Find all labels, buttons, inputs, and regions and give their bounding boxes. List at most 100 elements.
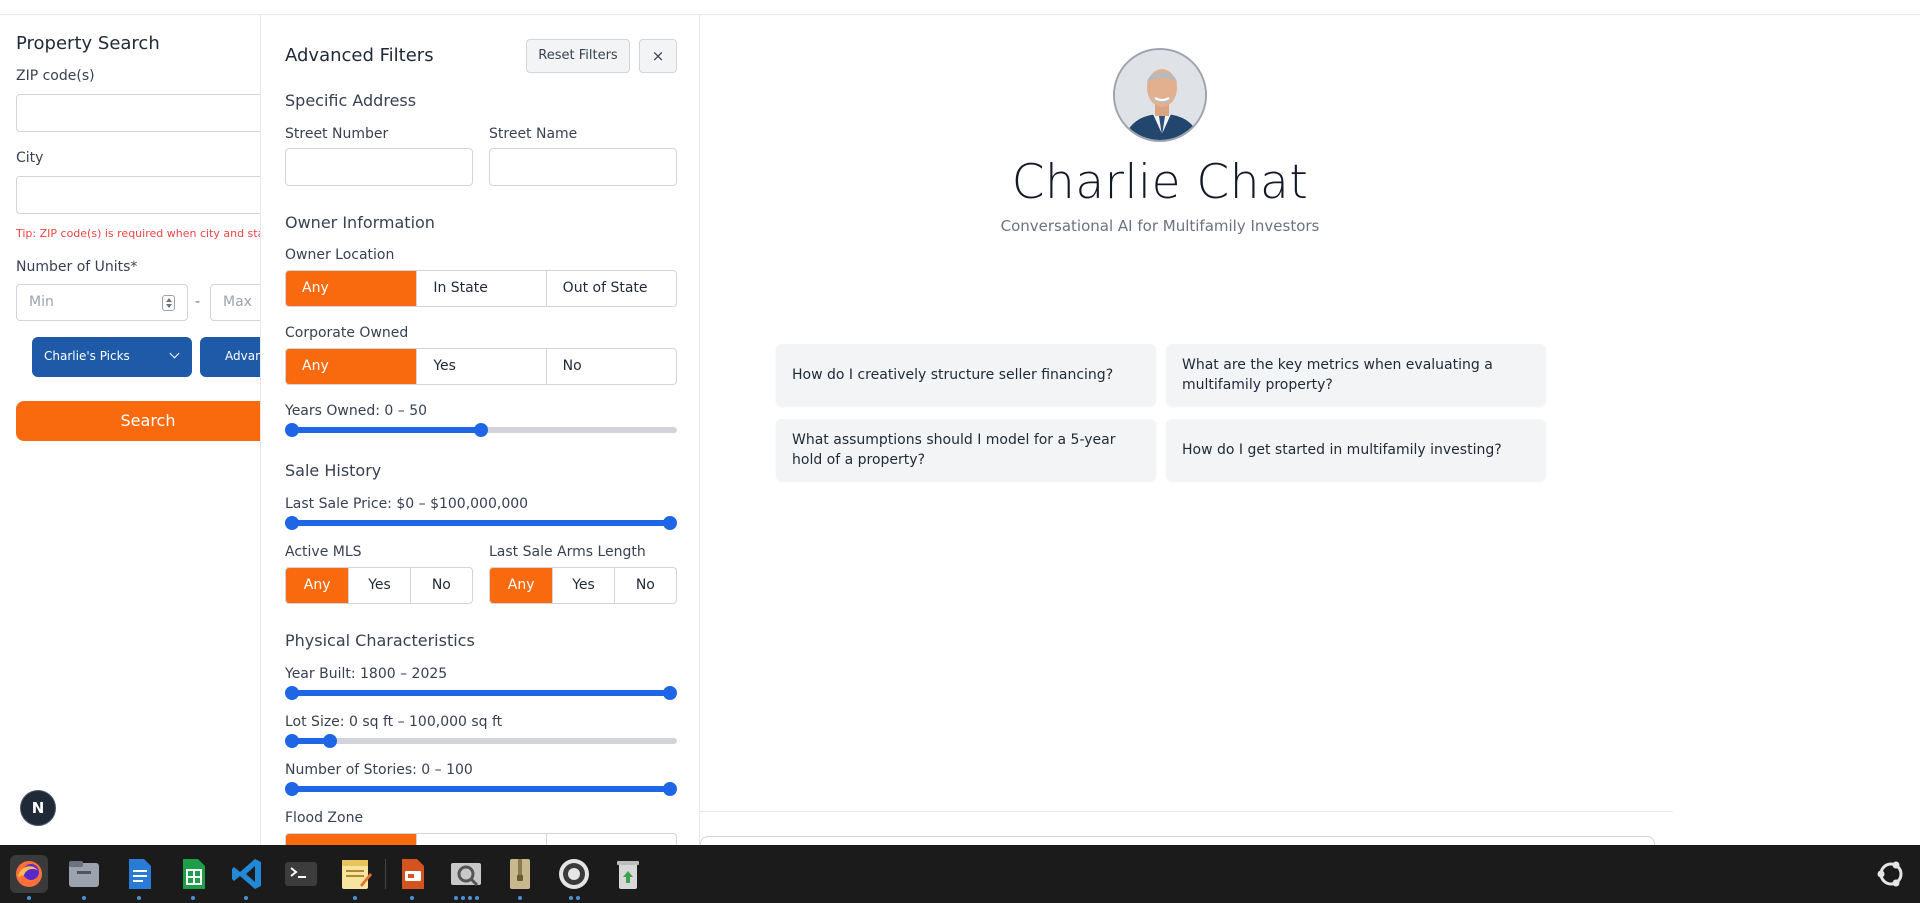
nextjs-dev-badge[interactable]: N xyxy=(20,790,56,826)
chevron-down-icon xyxy=(169,348,180,359)
years-owned-label: Years Owned: 0 – 50 xyxy=(285,403,428,419)
slider-min-handle[interactable] xyxy=(285,734,299,748)
years-owned-slider[interactable] xyxy=(285,423,677,437)
slider-max-handle[interactable] xyxy=(322,734,337,748)
units-separator: - xyxy=(195,294,201,310)
slider-max-handle[interactable] xyxy=(663,516,677,530)
impress-icon[interactable] xyxy=(393,855,431,893)
image-viewer-icon[interactable] xyxy=(447,855,485,893)
zip-label: ZIP code(s) xyxy=(16,68,95,84)
slider-fill xyxy=(292,520,670,526)
running-indicator xyxy=(137,896,141,900)
last-sale-price-slider[interactable] xyxy=(285,516,677,530)
physical-characteristics-heading: Physical Characteristics xyxy=(285,631,475,650)
chat-title: Charlie Chat xyxy=(1011,155,1309,210)
slider-min-handle[interactable] xyxy=(285,782,299,796)
owner-information-heading: Owner Information xyxy=(285,213,435,232)
arms-length-toggle: Any Yes No xyxy=(489,567,677,604)
corporate-owned-yes[interactable]: Yes xyxy=(416,349,545,384)
running-indicator xyxy=(468,896,472,900)
archive-icon[interactable] xyxy=(501,855,539,893)
zip-input[interactable] xyxy=(16,94,276,132)
number-spinner-icon[interactable] xyxy=(162,295,175,311)
ubuntu-logo-icon[interactable] xyxy=(1872,855,1910,893)
suggestion-card[interactable]: How do I get started in multifamily inve… xyxy=(1166,419,1546,481)
owner-location-any[interactable]: Any xyxy=(286,271,417,306)
units-min-input[interactable]: Min xyxy=(16,284,188,321)
slider-max-handle[interactable] xyxy=(663,686,677,700)
panel-title: Advanced Filters xyxy=(285,45,434,66)
reset-filters-button[interactable]: Reset Filters xyxy=(526,39,630,73)
search-button[interactable]: Search xyxy=(16,401,280,441)
suggestion-card[interactable]: How do I creatively structure seller fin… xyxy=(776,344,1156,406)
active-mls-no[interactable]: No xyxy=(409,568,472,603)
files-icon[interactable] xyxy=(65,855,103,893)
charlies-picks-label: Charlie's Picks xyxy=(44,349,130,363)
terminal-icon[interactable] xyxy=(282,855,320,893)
arms-length-yes[interactable]: Yes xyxy=(552,568,613,603)
active-mls-yes[interactable]: Yes xyxy=(348,568,409,603)
slider-min-handle[interactable] xyxy=(285,686,299,700)
suggestion-card[interactable]: What assumptions should I model for a 5-… xyxy=(776,419,1156,481)
owner-location-in-state[interactable]: In State xyxy=(416,271,545,306)
slider-min-handle[interactable] xyxy=(285,423,299,437)
close-icon[interactable]: × xyxy=(639,39,677,73)
writer-icon[interactable] xyxy=(120,855,158,893)
street-number-input[interactable] xyxy=(285,148,473,186)
slider-max-handle[interactable] xyxy=(474,423,488,437)
slider-fill xyxy=(292,786,670,792)
year-built-label: Year Built: 1800 – 2025 xyxy=(285,666,448,682)
active-mls-any[interactable]: Any xyxy=(286,568,349,603)
running-indicator xyxy=(27,896,31,900)
trash-icon[interactable] xyxy=(609,855,647,893)
stories-label: Number of Stories: 0 – 100 xyxy=(285,762,473,778)
arms-length-no[interactable]: No xyxy=(613,568,676,603)
flood-zone-option-2[interactable] xyxy=(416,834,545,845)
last-sale-price-label: Last Sale Price: $0 – $100,000,000 xyxy=(285,496,529,512)
calc-icon[interactable] xyxy=(174,855,212,893)
street-number-label: Street Number xyxy=(285,126,389,142)
owner-location-label: Owner Location xyxy=(285,247,395,263)
corporate-owned-label: Corporate Owned xyxy=(285,325,409,341)
property-search-sidebar: Property Search ZIP code(s) City Tip: ZI… xyxy=(0,15,300,845)
firefox-icon[interactable] xyxy=(10,855,48,893)
suggestion-card[interactable]: What are the key metrics when evaluating… xyxy=(1166,344,1546,406)
slider-fill xyxy=(292,690,670,696)
running-indicator xyxy=(244,896,248,900)
units-label: Number of Units* xyxy=(16,259,138,275)
year-built-slider[interactable] xyxy=(285,686,677,700)
corporate-owned-any[interactable]: Any xyxy=(286,349,417,384)
slider-min-handle[interactable] xyxy=(285,516,299,530)
zip-tip: Tip: ZIP code(s) is required when city a… xyxy=(16,227,286,240)
taskbar-separator xyxy=(385,859,386,889)
running-indicator xyxy=(82,896,86,900)
desktop-screen: Property Search ZIP code(s) City Tip: ZI… xyxy=(0,0,1920,903)
lot-size-slider[interactable] xyxy=(285,734,677,748)
running-indicator xyxy=(454,896,458,900)
street-name-input[interactable] xyxy=(489,148,677,186)
sidebar-title: Property Search xyxy=(16,33,160,54)
arms-length-any[interactable]: Any xyxy=(490,568,553,603)
corporate-owned-toggle: Any Yes No xyxy=(285,348,677,385)
slider-max-handle[interactable] xyxy=(663,782,677,796)
running-indicator xyxy=(353,896,357,900)
flood-zone-option-3[interactable] xyxy=(545,834,676,845)
text-editor-icon[interactable] xyxy=(336,855,374,893)
charlies-picks-button[interactable]: Charlie's Picks xyxy=(32,337,192,377)
vscode-icon[interactable] xyxy=(228,855,266,893)
chat-subtitle: Conversational AI for Multifamily Invest… xyxy=(1000,217,1320,235)
running-indicator xyxy=(576,896,580,900)
charlie-portrait xyxy=(1115,50,1205,140)
running-indicator xyxy=(475,896,479,900)
street-name-label: Street Name xyxy=(489,126,578,142)
advanced-filters-panel: Advanced Filters Reset Filters × Specifi… xyxy=(260,15,700,845)
units-min-placeholder: Min xyxy=(29,294,54,310)
owner-location-out-of-state[interactable]: Out of State xyxy=(545,271,676,306)
corporate-owned-no[interactable]: No xyxy=(545,349,676,384)
flood-zone-option-1[interactable] xyxy=(286,834,417,845)
units-max-placeholder: Max xyxy=(223,294,252,310)
city-input[interactable] xyxy=(16,176,276,214)
specific-address-heading: Specific Address xyxy=(285,91,417,110)
settings-icon[interactable] xyxy=(555,855,593,893)
stories-slider[interactable] xyxy=(285,782,677,796)
